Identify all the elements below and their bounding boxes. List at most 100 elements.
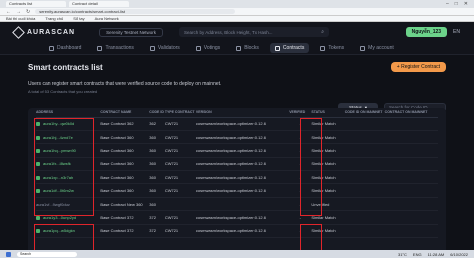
- cell-code: 360: [149, 197, 165, 212]
- table-row[interactable]: aura1xp...n3r7ah Base Contract 360 360 CW72…: [36, 170, 438, 185]
- cell-empty: [344, 117, 385, 131]
- nav-tokens[interactable]: Tokens: [315, 43, 349, 53]
- tokens-icon: [320, 45, 326, 51]
- nav-label: Tokens: [328, 45, 345, 51]
- votings-icon: [195, 45, 201, 51]
- language-selector[interactable]: EN: [453, 29, 460, 35]
- logo[interactable]: AURASCAN: [12, 25, 76, 39]
- window-controls: – □ ✕: [446, 1, 474, 7]
- table-row[interactable]: aura1fx...l8wsfk Base Contract 360 360 CW72…: [36, 157, 438, 172]
- app-header: AURASCAN Serenity Testnet Network Search…: [0, 22, 474, 42]
- column-header: CONTRACT NAME: [100, 108, 150, 118]
- url-field[interactable]: serenity.aurascan.io/contracts/smart-con…: [35, 9, 236, 14]
- time-label[interactable]: 11:28 AM: [428, 252, 445, 257]
- bookmark-item[interactable]: Aura Network: [95, 16, 119, 21]
- column-header: ADDRESS: [36, 108, 101, 118]
- taskbar-search[interactable]: Search: [17, 251, 77, 257]
- cell-empty: [384, 143, 438, 158]
- cell-version: cosmwasm/workspace-optimizer:0.12.6: [195, 130, 290, 145]
- bookmark-item[interactable]: Trang chủ: [45, 16, 63, 21]
- cell-empty: [384, 117, 438, 131]
- nav-contracts[interactable]: Contracts: [269, 43, 310, 53]
- reload-icon[interactable]: ↻: [26, 9, 30, 15]
- nav-transactions[interactable]: Transactions: [92, 43, 138, 53]
- table-row[interactable]: aura1df...0t6m2w Base Contract 360 360 CW72…: [36, 183, 438, 198]
- cell-name: Base Contract 360: [100, 170, 150, 185]
- search-placeholder: Search by Address, Block Height, Tx Hash…: [184, 29, 273, 35]
- lang-label[interactable]: ENG: [413, 252, 422, 257]
- start-icon[interactable]: [6, 251, 11, 257]
- cell-name: Base Contract 360: [100, 143, 150, 158]
- table-row[interactable]: aura1y3...0unp2yd Base Contract 372 372 CW7…: [36, 210, 438, 225]
- nav-validators[interactable]: Validators: [145, 43, 185, 53]
- main-content: Smart contracts list + Register Contract…: [0, 61, 474, 254]
- cell-code: 372: [149, 210, 165, 225]
- verified-check-icon: [36, 215, 40, 220]
- bookmark-item[interactable]: Bài thi cuối khóa: [6, 16, 35, 21]
- table-row[interactable]: aura1hj...4znd7e Base Contract 360 360 CW72…: [36, 130, 438, 145]
- cell-empty: [344, 143, 385, 158]
- table-row[interactable]: aura1pq...w5dgkn Base Contract 372 372 CW72…: [36, 224, 438, 239]
- cell-empty: [384, 183, 438, 198]
- weather-label[interactable]: 31°C: [398, 252, 407, 257]
- validators-icon: [149, 45, 155, 51]
- account-icon: [360, 45, 366, 51]
- nav-my-account[interactable]: My account: [355, 43, 399, 53]
- cell-empty: [344, 183, 385, 198]
- table-row[interactable]: aura1hq...ymwn90 Base Contract 360 360 CW72…: [36, 143, 438, 158]
- browser-tab-strip: Contracts list Contract detail – □ ✕: [0, 0, 474, 8]
- browser-tab[interactable]: Contracts list: [6, 1, 66, 7]
- cell-version: cosmwasm/workspace-optimizer:0.12.6: [195, 157, 290, 172]
- cell-empty: [384, 197, 438, 212]
- cell-version: cosmwasm/workspace-optimizer:0.12.6: [195, 143, 290, 158]
- user-account-button[interactable]: Nguyễn_123: [405, 27, 448, 37]
- cell-code: 372: [149, 224, 165, 239]
- forward-icon[interactable]: →: [16, 9, 21, 15]
- cell-empty: [344, 210, 385, 225]
- cell-name: Base Contract 372: [100, 224, 150, 239]
- table-row[interactable]: aura1hy...qw0k0d Base Contract 362 362 CW72…: [36, 117, 438, 131]
- cell-code: 360: [149, 183, 165, 198]
- cell-type: CW721: [164, 183, 196, 198]
- cell-type: CW721: [164, 143, 196, 158]
- column-header: VERIFIED: [289, 108, 312, 118]
- column-header: CODE ID ON MAINNET: [344, 108, 385, 118]
- cell-type: [164, 197, 196, 212]
- nav-blocks[interactable]: Blocks: [231, 43, 264, 53]
- system-tray: 31°C ENG 11:28 AM 6/10/2022: [398, 252, 468, 257]
- search-icon[interactable]: ⌕: [321, 29, 324, 35]
- register-contract-button[interactable]: + Register Contract: [390, 62, 446, 72]
- minimize-icon[interactable]: –: [446, 1, 449, 7]
- cell-type: CW721: [164, 170, 196, 185]
- cell-empty: [344, 130, 385, 145]
- column-header: TYPE CONTRACT: [164, 108, 196, 118]
- bookmark-item[interactable]: Sổ tay: [73, 16, 84, 21]
- transactions-icon: [97, 45, 103, 51]
- cell-type: CW721: [164, 130, 196, 145]
- nav-label: Validators: [157, 45, 180, 51]
- maximize-icon[interactable]: □: [455, 1, 458, 7]
- logo-text: AURASCAN: [27, 28, 76, 36]
- contract-count: A total of 53 Contracts that you created: [28, 89, 98, 94]
- highlight-verified-column: [300, 118, 322, 216]
- table-body: aura1hy...qw0k0d Base Contract 362 362 CW72…: [36, 117, 438, 239]
- date-label[interactable]: 6/10/2022: [450, 252, 468, 257]
- cell-code: 362: [149, 117, 165, 131]
- table-row[interactable]: aura1vf...9wgf0duv Base Contract New 360 3…: [36, 197, 438, 212]
- browser-tab[interactable]: Contract detail: [69, 1, 129, 7]
- search-input[interactable]: Search by Address, Block Height, Tx Hash…: [179, 27, 330, 37]
- close-icon[interactable]: ✕: [464, 1, 468, 7]
- cell-empty: [384, 224, 438, 239]
- nav-votings[interactable]: Votings: [191, 43, 225, 53]
- register-label: Register Contract: [401, 64, 440, 70]
- cell-version: cosmwasm/workspace-optimizer:0.12.6: [195, 224, 290, 239]
- cell-code: 360: [149, 170, 165, 185]
- cell-empty: [344, 170, 385, 185]
- network-badge[interactable]: Serenity Testnet Network: [99, 27, 164, 37]
- back-icon[interactable]: ←: [6, 9, 11, 15]
- nav-dashboard[interactable]: Dashboard: [44, 43, 86, 53]
- cell-code: 360: [149, 143, 165, 158]
- nav-label: Dashboard: [57, 45, 82, 51]
- nav-label: Blocks: [244, 45, 259, 51]
- cell-name: Base Contract 362: [100, 117, 150, 131]
